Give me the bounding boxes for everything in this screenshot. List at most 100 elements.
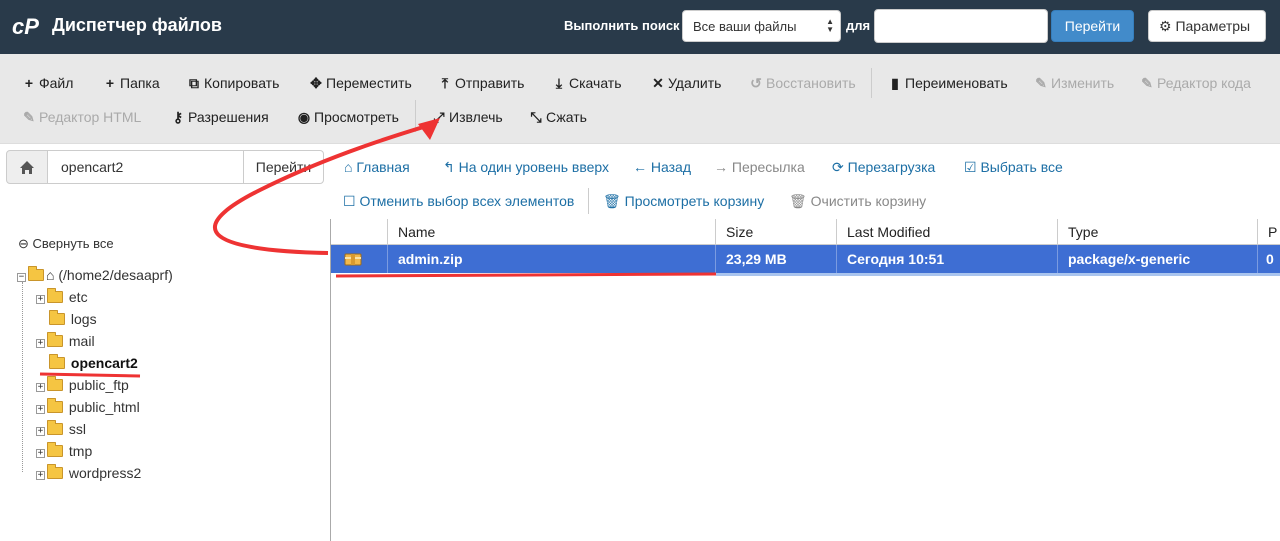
tree-item-public-ftp[interactable]: + public_ftp bbox=[36, 375, 129, 395]
expand-toggle-icon[interactable]: + bbox=[36, 405, 45, 414]
rename-button[interactable]: ▮ Переименовать bbox=[888, 68, 1008, 98]
folder-open-icon bbox=[28, 266, 44, 281]
nav-home-link[interactable]: ⌂ Главная bbox=[344, 159, 410, 175]
column-header-icon[interactable] bbox=[331, 219, 388, 245]
nav-forward-link[interactable]: → Пересылка bbox=[714, 159, 805, 175]
html-editor-button[interactable]: ✎ Редактор HTML bbox=[22, 102, 141, 132]
download-label: Скачать bbox=[569, 75, 622, 91]
trash-icon: 🗑 bbox=[603, 193, 621, 209]
folder-icon bbox=[47, 332, 63, 347]
code-editor-label: Редактор кода bbox=[1157, 75, 1251, 91]
copy-button[interactable]: ⧉ Копировать bbox=[187, 68, 279, 98]
select-arrows-icon: ▲ ▼ bbox=[826, 17, 834, 34]
folder-icon bbox=[47, 420, 63, 435]
copy-icon: ⧉ bbox=[189, 75, 199, 91]
path-go-button[interactable]: Перейти bbox=[243, 150, 324, 184]
expand-toggle-icon[interactable]: + bbox=[36, 471, 45, 480]
upload-label: Отправить bbox=[455, 75, 525, 91]
home-icon bbox=[20, 161, 34, 174]
gear-icon: ⚙ bbox=[1159, 18, 1172, 34]
nav-back-link[interactable]: ← Назад bbox=[633, 159, 691, 175]
nav-select-all-link[interactable]: ☑ Выбрать все bbox=[964, 159, 1063, 176]
upload-button[interactable]: ⤒ Отправить bbox=[438, 68, 525, 98]
column-header-permissions[interactable]: P bbox=[1258, 219, 1280, 245]
tree-item-etc[interactable]: + etc bbox=[36, 287, 88, 307]
home-icon: ⌂ bbox=[344, 159, 353, 175]
column-header-type[interactable]: Type bbox=[1058, 219, 1258, 245]
delete-button[interactable]: ✕ Удалить bbox=[651, 68, 721, 98]
search-label: Выполнить поиск bbox=[564, 18, 680, 33]
tree-item-public-html[interactable]: + public_html bbox=[36, 397, 140, 417]
search-input[interactable] bbox=[874, 9, 1048, 43]
expand-toggle-icon[interactable]: + bbox=[36, 427, 45, 436]
nav-view-trash-link[interactable]: 🗑 Просмотреть корзину bbox=[603, 193, 764, 210]
arrow-right-icon: → bbox=[714, 159, 728, 175]
collapse-all-label: Свернуть все bbox=[32, 236, 114, 251]
new-file-button[interactable]: + Файл bbox=[22, 68, 74, 98]
folder-icon bbox=[47, 464, 63, 479]
download-button[interactable]: ⤓ Скачать bbox=[552, 68, 622, 98]
file-type-text-cell: package/x-generic bbox=[1058, 245, 1258, 273]
search-go-button[interactable]: Перейти bbox=[1051, 10, 1134, 42]
folder-icon bbox=[47, 442, 63, 457]
nav-reload-link[interactable]: ⟳ Перезагрузка bbox=[832, 159, 935, 176]
settings-button[interactable]: ⚙ Параметры bbox=[1148, 10, 1266, 42]
tree-item-label: wordpress2 bbox=[68, 465, 142, 481]
tree-item-wordpress2[interactable]: + wordpress2 bbox=[36, 463, 141, 483]
nav-unselect-all-link[interactable]: ☐ Отменить выбор всех элементов bbox=[343, 193, 574, 210]
extract-button[interactable]: ⤢ Извлечь bbox=[432, 102, 503, 132]
view-label: Просмотреть bbox=[314, 109, 399, 125]
collapse-toggle-icon[interactable]: − bbox=[17, 273, 26, 282]
code-editor-button[interactable]: ✎ Редактор кода bbox=[1140, 68, 1251, 98]
column-header-size[interactable]: Size bbox=[716, 219, 837, 245]
nav-up-link[interactable]: ↰ На один уровень вверх bbox=[443, 159, 609, 176]
column-header-modified[interactable]: Last Modified bbox=[837, 219, 1058, 245]
expand-toggle-icon[interactable]: + bbox=[36, 383, 45, 392]
tree-root[interactable]: − ⌂ (/home2/desaaprf) bbox=[17, 265, 173, 285]
tree-item-ssl[interactable]: + ssl bbox=[36, 419, 86, 439]
expand-toggle-icon[interactable]: + bbox=[36, 449, 45, 458]
pencil-icon: ✎ bbox=[1035, 75, 1047, 91]
home-path-button[interactable] bbox=[6, 150, 48, 184]
expand-toggle-icon[interactable]: + bbox=[36, 339, 45, 348]
compress-button[interactable]: ⤡ Сжать bbox=[529, 102, 587, 132]
html-editor-label: Редактор HTML bbox=[39, 109, 142, 125]
permissions-button[interactable]: ⚷ Разрешения bbox=[171, 102, 269, 132]
nav-home-label: Главная bbox=[356, 159, 410, 175]
rename-label: Переименовать bbox=[905, 75, 1008, 91]
refresh-icon: ⟳ bbox=[832, 159, 844, 175]
tree-item-label: ssl bbox=[68, 421, 87, 437]
file-size-cell: 23,29 MB bbox=[716, 245, 837, 273]
expand-toggle-icon[interactable]: + bbox=[36, 295, 45, 304]
move-button[interactable]: ✥ Переместить bbox=[309, 68, 412, 98]
nav-reload-label: Перезагрузка bbox=[847, 159, 936, 175]
svg-text:cP: cP bbox=[12, 14, 39, 39]
view-button[interactable]: ◉ Просмотреть bbox=[297, 102, 399, 132]
path-input[interactable]: opencart2 bbox=[47, 150, 244, 184]
key-icon: ⚷ bbox=[172, 109, 184, 125]
column-header-name[interactable]: Name bbox=[388, 219, 716, 245]
restore-button[interactable]: ↺ Восстановить bbox=[749, 68, 856, 98]
nav-up-label: На один уровень вверх bbox=[458, 159, 610, 175]
collapse-all-link[interactable]: ⊖ Свернуть все bbox=[18, 236, 114, 252]
tree-item-tmp[interactable]: + tmp bbox=[36, 441, 92, 461]
tree-item-opencart2[interactable]: opencart2 bbox=[49, 353, 138, 373]
check-square-icon: ☑ bbox=[964, 159, 977, 175]
download-icon: ⤓ bbox=[555, 75, 563, 91]
level-up-icon: ↰ bbox=[443, 159, 455, 175]
tree-item-mail[interactable]: + mail bbox=[36, 331, 95, 351]
expand-icon: ⤢ bbox=[433, 109, 445, 125]
new-folder-button[interactable]: + Папка bbox=[103, 68, 160, 98]
search-scope-select[interactable]: Все ваши файлы ▲ ▼ bbox=[682, 10, 841, 42]
home-icon: ⌂ bbox=[46, 267, 55, 283]
file-type-cell bbox=[331, 245, 388, 273]
nav-empty-trash-link[interactable]: 🗑 Очистить корзину bbox=[789, 193, 926, 210]
extract-label: Извлечь bbox=[449, 109, 503, 125]
compress-label: Сжать bbox=[546, 109, 587, 125]
tree-item-label: tmp bbox=[68, 443, 93, 459]
package-icon bbox=[344, 253, 362, 266]
edit-button[interactable]: ✎ Изменить bbox=[1034, 68, 1114, 98]
tree-item-logs[interactable]: logs bbox=[49, 309, 97, 329]
nav-back-label: Назад bbox=[650, 159, 692, 175]
toolbar-divider bbox=[415, 100, 416, 132]
